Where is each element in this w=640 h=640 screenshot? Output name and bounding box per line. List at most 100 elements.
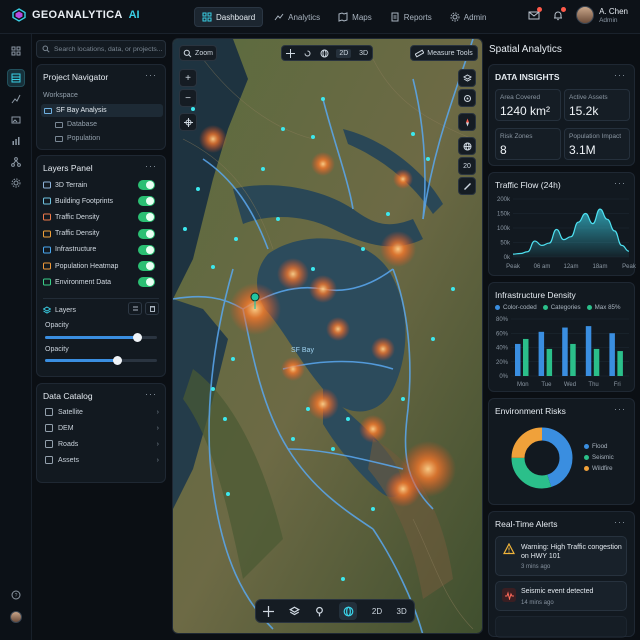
rotate-icon[interactable] [303, 49, 312, 58]
nav-maps[interactable]: Maps [331, 7, 379, 27]
draw-button[interactable] [458, 177, 476, 195]
panel-menu-button[interactable]: ··· [614, 517, 626, 527]
layer-row[interactable]: Infrastructure [43, 244, 155, 256]
mode-3d-button[interactable]: 3D [359, 50, 368, 57]
map-canvas[interactable] [173, 39, 483, 634]
brand-name: GEOANALYTICA [32, 9, 123, 21]
catalog-item[interactable]: Satellite › [45, 406, 159, 418]
notifications-button[interactable] [552, 7, 567, 21]
panel-menu-button[interactable]: ··· [145, 389, 157, 399]
layer-delete-button[interactable] [145, 302, 159, 315]
rail-layers-button[interactable] [7, 69, 25, 87]
view-toolbar: 2D 3D [281, 45, 373, 61]
catalog-item[interactable]: Roads › [45, 438, 159, 450]
target-button[interactable] [458, 89, 476, 107]
alert-item[interactable]: Warning: High Traffic congestion on HWY … [495, 536, 627, 576]
layer-toggle[interactable] [138, 180, 155, 190]
x-tick-label: Thu [588, 382, 598, 388]
measure-tools-button[interactable]: Measure Tools [410, 45, 478, 61]
layer-row[interactable]: Environment Data [43, 276, 155, 288]
layers-toggle-button[interactable] [458, 69, 476, 87]
pin-icon[interactable] [314, 606, 325, 617]
panel-menu-button[interactable]: ··· [614, 70, 626, 80]
slider-fill [45, 359, 117, 362]
zoom-out-button[interactable]: − [179, 89, 197, 107]
layer-filter-button[interactable] [128, 302, 142, 315]
rail-image-button[interactable] [7, 111, 25, 129]
nav-reports[interactable]: Reports [383, 7, 439, 27]
infrastructure-chart[interactable]: 80% 60% 40% 20% 0% Mon Tue Wed Thu Fri [489, 314, 636, 392]
catalog-label: DEM [58, 424, 74, 432]
panel-menu-button[interactable]: ··· [145, 161, 157, 171]
move-icon[interactable] [263, 605, 275, 617]
slider-knob[interactable] [112, 356, 122, 365]
layer-toggle[interactable] [138, 228, 155, 239]
catalog-item[interactable]: Assets › [45, 454, 159, 466]
opacity-slider-1[interactable] [45, 333, 157, 342]
layer-row[interactable]: Building Footprints [43, 195, 155, 207]
y-tick-label: 0k [504, 255, 511, 261]
layer-toggle[interactable] [138, 277, 155, 288]
zoom-button[interactable]: Zoom [179, 45, 217, 61]
panel-menu-button[interactable]: ··· [145, 70, 157, 80]
globe-button[interactable] [458, 137, 476, 155]
rail-grid-button[interactable] [7, 42, 25, 60]
layer-row[interactable]: Population Heatmap [43, 260, 155, 272]
nav-admin[interactable]: Admin [443, 7, 494, 27]
environment-donut-chart[interactable] [507, 423, 577, 493]
opacity-slider-2[interactable] [45, 356, 157, 365]
alert-item[interactable]: Seismic event detected 14 mins ago [495, 581, 627, 611]
rail-route-button[interactable] [7, 90, 25, 108]
bottom-2d-button[interactable]: 2D [372, 607, 382, 616]
nav-analytics[interactable]: Analytics [267, 7, 327, 27]
dashboard-icon [202, 12, 212, 22]
rail-chart-button[interactable] [7, 132, 25, 150]
panel-menu-button[interactable]: ··· [614, 178, 626, 188]
mail-button[interactable] [528, 7, 543, 21]
layer-toggle[interactable] [138, 261, 155, 271]
layer-row[interactable]: 3D Terrain [43, 179, 155, 191]
logo-icon [12, 8, 26, 22]
alert-item-partial[interactable] [495, 616, 627, 638]
ruler-icon [415, 49, 425, 57]
map-view[interactable]: SF Bay Zoom + − 2D 3D Measure Tools 20 2… [172, 38, 483, 634]
globe-active-button[interactable] [339, 602, 358, 620]
layer-toggle[interactable] [138, 244, 155, 255]
bottom-3d-button[interactable]: 3D [397, 607, 407, 616]
move-icon[interactable] [285, 48, 295, 58]
layer-toggle[interactable] [138, 196, 155, 207]
search-input[interactable]: Search locations, data, or projects... [36, 40, 166, 58]
rail-settings-button[interactable] [7, 174, 25, 192]
level-button[interactable]: 20 [458, 157, 476, 175]
rail-profile-button[interactable] [7, 608, 25, 626]
tree-item-population[interactable]: Population [55, 135, 100, 142]
compass-button[interactable] [458, 113, 476, 131]
catalog-item[interactable]: DEM › [45, 422, 159, 434]
environment-risks-panel: Environment Risks ··· Flood Seismic Wild… [488, 398, 635, 505]
zoom-in-button[interactable]: + [179, 69, 197, 87]
layer-label: Infrastructure [55, 246, 97, 254]
top-right-tools: A. Chen Admin [528, 6, 628, 24]
panel-menu-button[interactable]: ··· [614, 404, 626, 414]
rail-help-button[interactable]: ? [7, 586, 25, 604]
layer-toggle[interactable] [138, 212, 155, 223]
layer-row[interactable]: Traffic Density [43, 211, 155, 223]
layers-icon[interactable] [288, 606, 300, 617]
app-logo[interactable]: GEOANALYTICA AI [12, 8, 140, 22]
data-insights-panel: DATA INSIGHTS ··· Area Covered 1240 km² A… [488, 64, 635, 166]
user-menu[interactable]: A. Chen Admin [576, 6, 628, 24]
tree-item-project[interactable]: SF Bay Analysis [41, 104, 163, 117]
tree-item-database[interactable]: Database [55, 121, 97, 128]
locate-button[interactable] [179, 113, 197, 131]
nav-dashboard[interactable]: Dashboard [194, 7, 264, 27]
globe-icon[interactable] [320, 49, 329, 58]
panel-title: Real-Time Alerts [495, 519, 558, 529]
compass-icon [465, 118, 469, 126]
slider-knob[interactable] [132, 333, 142, 342]
infrastructure-density-panel: Infrastructure Density Color-coded Categ… [488, 282, 635, 392]
layer-row[interactable]: Traffic Density [43, 228, 155, 240]
layers-label: Layers [55, 306, 77, 314]
traffic-chart[interactable]: 200k 150k 100k 50k 0k Peak 06 am 12am 18am Peak [489, 193, 636, 277]
rail-network-button[interactable] [7, 153, 25, 171]
mode-2d-button[interactable]: 2D [336, 48, 352, 58]
